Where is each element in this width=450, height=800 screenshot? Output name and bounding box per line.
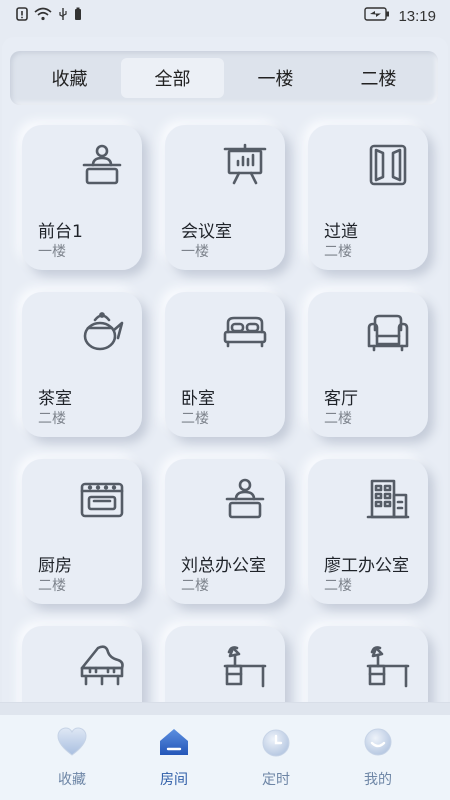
presentation-board-icon <box>221 141 269 189</box>
clock-icon <box>259 725 293 763</box>
room-name: 卧室 <box>181 389 215 409</box>
reception-desk-icon <box>78 141 126 189</box>
room-card[interactable]: 茶室 二楼 <box>22 292 142 437</box>
tab-favorites[interactable]: 收藏 <box>18 58 121 98</box>
room-card[interactable]: 卧室 二楼 <box>165 292 285 437</box>
tab-floor-1[interactable]: 一楼 <box>224 58 327 98</box>
heart-icon <box>55 725 89 763</box>
piano-icon <box>78 642 126 690</box>
room-card[interactable]: 客厅 二楼 <box>308 292 428 437</box>
desk-lamp-icon <box>221 642 269 690</box>
nav-favorites[interactable]: 收藏 <box>22 725 122 791</box>
room-name: 过道 <box>324 222 358 242</box>
app-root: 13:19 收藏 全部 一楼 二楼 前台1 一楼 会议室 一楼 过道 二楼 茶室 二楼 卧室 二楼 客厅二… <box>0 0 450 800</box>
usb-icon <box>58 7 68 25</box>
room-card[interactable]: 前台1 一楼 <box>22 125 142 270</box>
room-name: 茶室 <box>38 389 72 409</box>
device-battery-icon <box>74 7 82 25</box>
nav-divider <box>0 703 450 715</box>
room-card[interactable]: 过道 二楼 <box>308 125 428 270</box>
room-name: 刘总办公室 <box>181 556 266 576</box>
room-floor: 二楼 <box>181 411 209 427</box>
room-card[interactable]: 厨房 二楼 <box>22 459 142 604</box>
room-floor: 二楼 <box>38 411 66 427</box>
tab-floor-2[interactable]: 二楼 <box>327 58 430 98</box>
room-floor: 二楼 <box>38 578 66 594</box>
room-floor: 一楼 <box>181 244 209 260</box>
room-name: 厨房 <box>38 556 72 576</box>
room-name: 客厅 <box>324 389 358 409</box>
room-floor: 一楼 <box>38 244 66 260</box>
smile-icon <box>361 725 395 763</box>
tab-all[interactable]: 全部 <box>121 58 224 98</box>
room-card[interactable]: 会议室 一楼 <box>165 125 285 270</box>
room-floor: 二楼 <box>181 578 209 594</box>
nav-label: 定时 <box>262 772 290 788</box>
nav-label: 收藏 <box>58 772 86 788</box>
room-name: 廖工办公室 <box>324 556 409 576</box>
alert-icon <box>16 7 28 25</box>
bed-icon <box>221 308 269 356</box>
nav-rooms[interactable]: 房间 <box>124 725 224 791</box>
nav-timer[interactable]: 定时 <box>226 725 326 791</box>
room-card[interactable]: 刘总办公室 二楼 <box>165 459 285 604</box>
nav-profile[interactable]: 我的 <box>328 725 428 791</box>
room-floor: 二楼 <box>324 578 352 594</box>
room-card[interactable]: 廖工办公室 二楼 <box>308 459 428 604</box>
armchair-icon <box>364 308 412 356</box>
room-floor: 二楼 <box>324 411 352 427</box>
stove-icon <box>78 475 126 523</box>
status-bar: 13:19 <box>0 0 450 32</box>
nav-label: 我的 <box>364 772 392 788</box>
floor-tabs: 收藏 全部 一楼 二楼 <box>10 51 438 105</box>
rooms-panel: 收藏 全部 一楼 二楼 前台1 一楼 会议室 一楼 过道 二楼 茶室 二楼 卧室 二楼 客厅 二楼 厨房 二楼刘… <box>2 37 448 717</box>
room-name: 会议室 <box>181 222 232 242</box>
reception-desk-icon <box>221 475 269 523</box>
status-time: 13:19 <box>398 7 436 25</box>
office-building-icon <box>364 475 412 523</box>
home-icon <box>157 725 191 763</box>
bottom-nav: 收藏 房间 定时 我的 <box>0 702 450 800</box>
teapot-icon <box>78 308 126 356</box>
room-name: 前台1 <box>38 222 83 242</box>
nav-label: 房间 <box>160 772 188 788</box>
battery-icon <box>364 7 390 25</box>
wifi-icon <box>34 7 52 25</box>
room-floor: 二楼 <box>324 244 352 260</box>
desk-lamp-icon <box>364 642 412 690</box>
door-corridor-icon <box>364 141 412 189</box>
